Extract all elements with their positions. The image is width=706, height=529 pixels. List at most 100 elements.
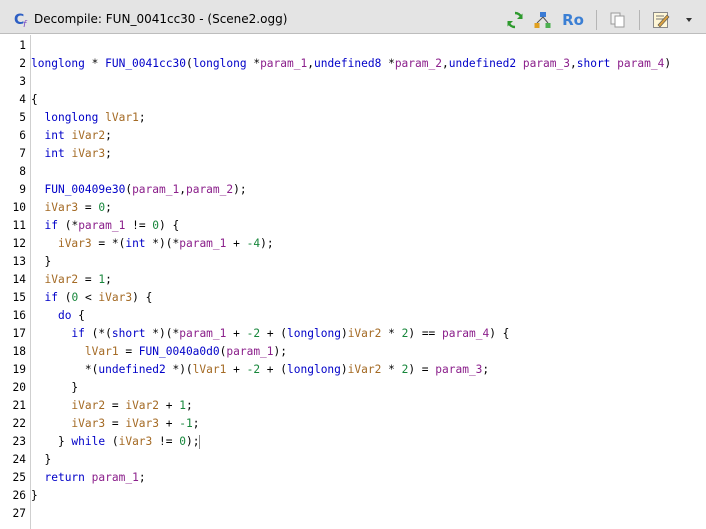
code-line[interactable]: iVar3 = *(int *)(*param_1 + -4); (31, 235, 274, 253)
code-token: = (118, 345, 139, 358)
code-line[interactable]: *(undefined2 *)(lVar1 + -2 + (longlong)i… (31, 361, 489, 379)
code-token: + (159, 399, 180, 412)
code-token: } (31, 435, 72, 448)
code-line[interactable]: } (31, 379, 78, 397)
refresh-button[interactable] (504, 9, 526, 31)
code-line[interactable]: } (31, 487, 38, 505)
decompiler-icon: C f (14, 12, 28, 28)
code-token: param_1 (78, 219, 126, 232)
menu-dropdown-button[interactable] (678, 9, 700, 31)
code-token: ; (105, 129, 112, 142)
code-token: undefined8 (313, 57, 382, 70)
code-token: { (71, 309, 85, 322)
code-token: ); (233, 183, 247, 196)
code-token: param_1 (226, 345, 274, 358)
code-line[interactable]: do { (31, 307, 85, 325)
code-token: int (125, 237, 146, 250)
code-token: undefined2 (448, 57, 517, 70)
code-line[interactable]: } while (iVar3 != 0); (31, 433, 201, 451)
decompiler-code-view[interactable]: 1 2 longlong * FUN_0041cc30(longlong *para… (0, 35, 706, 529)
code-token: ; (138, 471, 146, 484)
code-line[interactable]: iVar3 = 0; (31, 199, 111, 217)
code-token: param_1 (179, 237, 227, 250)
code-token: param_2 (394, 57, 442, 70)
code-token: lVar1 (105, 111, 139, 124)
code-token: longlong (44, 111, 99, 124)
code-token: iVar3 (44, 201, 79, 214)
code-token: param_1 (91, 471, 139, 484)
code-token: iVar2 (347, 363, 382, 376)
code-line[interactable]: if (*(short *)(*param_1 + -2 + (longlong… (31, 325, 509, 343)
code-line[interactable]: if (*param_1 != 0) { (31, 217, 179, 235)
code-token: 1 (179, 399, 186, 412)
code-line[interactable]: FUN_00409e30(param_1,param_2); (31, 181, 247, 199)
code-token: iVar2 (71, 129, 106, 142)
code-token: + (226, 363, 247, 376)
code-line[interactable]: { (31, 91, 38, 109)
code-line[interactable]: int iVar2; (31, 127, 112, 145)
code-token: return (44, 471, 85, 484)
code-token: + ( (260, 363, 288, 376)
edit-icon (653, 12, 670, 28)
code-token: + (226, 327, 247, 340)
code-token: * (381, 327, 402, 340)
code-token: = (105, 417, 126, 430)
snapshot-button[interactable] (607, 9, 629, 31)
code-line[interactable]: int iVar3; (31, 145, 111, 163)
line-number: 24 (12, 453, 26, 466)
text-caret (199, 435, 201, 449)
code-line[interactable]: if (0 < iVar3) { (31, 289, 152, 307)
code-line[interactable]: return param_1; (31, 469, 146, 487)
code-token: do (57, 309, 72, 322)
code-token: *( (31, 363, 99, 376)
code-token: param_4 (442, 327, 490, 340)
code-line[interactable]: iVar3 = iVar3 + -1; (31, 415, 199, 433)
code-token: iVar3 (98, 291, 133, 304)
code-line[interactable]: } (31, 451, 51, 469)
code-token: = (105, 399, 126, 412)
code-token: iVar3 (125, 417, 160, 430)
line-number: 5 (19, 111, 26, 124)
code-token: + (159, 417, 180, 430)
graph-button[interactable] (532, 9, 554, 31)
read-only-toggle-button[interactable]: Ro (560, 9, 586, 31)
code-token: short (111, 327, 146, 340)
code-line[interactable]: iVar2 = iVar2 + 1; (31, 397, 192, 415)
code-line[interactable]: longlong lVar1; (31, 109, 145, 127)
code-token: *)( (165, 363, 193, 376)
code-token: != (152, 435, 180, 448)
line-number: 12 (12, 237, 26, 250)
code-token: iVar3 (57, 237, 92, 250)
code-token: ) = (408, 363, 436, 376)
code-token: param_1 (260, 57, 308, 70)
edit-button[interactable] (650, 9, 672, 31)
code-token: iVar2 (71, 399, 106, 412)
code-token: } (31, 489, 38, 502)
code-line[interactable]: lVar1 = FUN_0040a0d0(param_1); (31, 343, 287, 361)
code-line[interactable]: iVar2 = 1; (31, 271, 111, 289)
line-number: 3 (19, 75, 26, 88)
code-token: FUN_0040a0d0 (138, 345, 220, 358)
code-token: } (31, 453, 52, 466)
code-token: = (78, 201, 99, 214)
code-token: , (179, 183, 186, 196)
code-token: ; (192, 417, 200, 430)
code-token: * (246, 57, 261, 70)
code-token: = (78, 273, 99, 286)
code-token: { (31, 93, 38, 106)
code-token: iVar2 (125, 399, 160, 412)
line-number: 22 (12, 417, 26, 430)
code-token: ) { (132, 291, 153, 304)
code-token: + ( (260, 327, 288, 340)
code-token: param_4 (617, 57, 665, 70)
code-line[interactable]: } (31, 253, 51, 271)
code-line[interactable]: longlong * FUN_0041cc30(longlong *param_… (31, 55, 671, 73)
code-token: ); (185, 435, 200, 448)
